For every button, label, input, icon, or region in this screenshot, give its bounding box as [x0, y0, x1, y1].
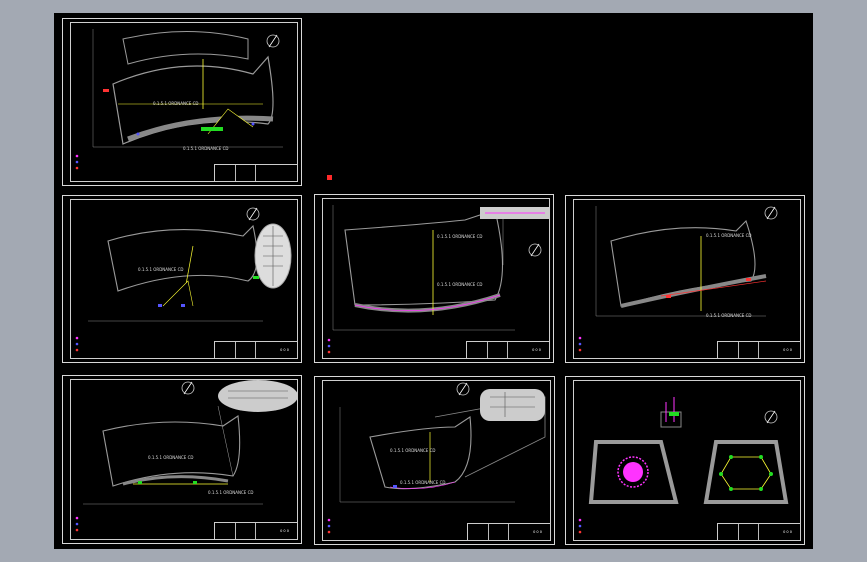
route-label: 0.1.5.1 ORDNANCE CD — [706, 233, 752, 238]
detail-plan-7 — [578, 397, 789, 534]
title-block-text: 0 0 0 — [533, 530, 542, 534]
route-label: 0.1.5.1 ORDNANCE CD — [437, 234, 483, 239]
title-block-text: 0 0 0 — [280, 529, 289, 533]
route-label: 0.1.5.1 ORDNANCE CD — [706, 313, 752, 318]
title-block-text: 0 0 0 — [783, 530, 792, 534]
sheet-2[interactable]: 0.1.5.1 ORDNANCE CD 0 0 0 — [62, 195, 302, 363]
sheet-1[interactable]: 0.1.5.1 ORDNANCE CD 0.1.5.1 ORDNANCE CD — [62, 18, 302, 186]
route-label: 0.1.5.1 ORDNANCE CD — [148, 455, 194, 460]
title-block — [214, 164, 298, 182]
title-block: 0 0 0 — [214, 341, 298, 359]
floor-plan-6 — [327, 382, 546, 534]
route-label: 0.1.5.1 ORDNANCE CD — [183, 146, 229, 151]
sheet-7[interactable]: 0 0 0 — [565, 376, 805, 545]
route-label: 0.1.5.1 ORDNANCE CD — [400, 480, 446, 485]
sheet-6[interactable]: 0.1.5.1 ORDNANCE CD 0.1.5.1 ORDNANCE CD … — [314, 376, 555, 545]
red-marker-icon — [327, 175, 332, 180]
route-label: 0.1.5.1 ORDNANCE CD — [208, 490, 254, 495]
floor-plan-2 — [75, 207, 292, 352]
floor-plan-3 — [327, 205, 550, 354]
sheet-3[interactable]: 0.1.5.1 ORDNANCE CD 0.1.5.1 ORDNANCE CD … — [314, 194, 554, 363]
sheet-5[interactable]: 0.1.5.1 ORDNANCE CD 0.1.5.1 ORDNANCE CD … — [62, 375, 302, 544]
title-block: 0 0 0 — [717, 523, 801, 541]
title-block: 0 0 0 — [214, 522, 298, 540]
route-label: 0.1.5.1 ORDNANCE CD — [153, 101, 199, 106]
title-block: 0 0 0 — [466, 341, 550, 359]
title-block-text: 0 0 0 — [783, 348, 792, 352]
title-block: 0 0 0 — [467, 523, 551, 541]
floor-plan-4 — [578, 206, 778, 352]
route-label: 0.1.5.1 ORDNANCE CD — [138, 267, 184, 272]
title-block: 0 0 0 — [717, 341, 801, 359]
route-label: 0.1.5.1 ORDNANCE CD — [437, 282, 483, 287]
sheet-4[interactable]: 0.1.5.1 ORDNANCE CD 0.1.5.1 ORDNANCE CD … — [565, 195, 805, 363]
title-block-text: 0 0 0 — [532, 348, 541, 352]
north-arrow-icon — [268, 34, 278, 48]
route-label: 0.1.5.1 ORDNANCE CD — [390, 448, 436, 453]
cad-drawing-canvas[interactable]: 0.1.5.1 ORDNANCE CD 0.1.5.1 ORDNANCE CD … — [54, 13, 813, 549]
title-block-text: 0 0 0 — [280, 348, 289, 352]
